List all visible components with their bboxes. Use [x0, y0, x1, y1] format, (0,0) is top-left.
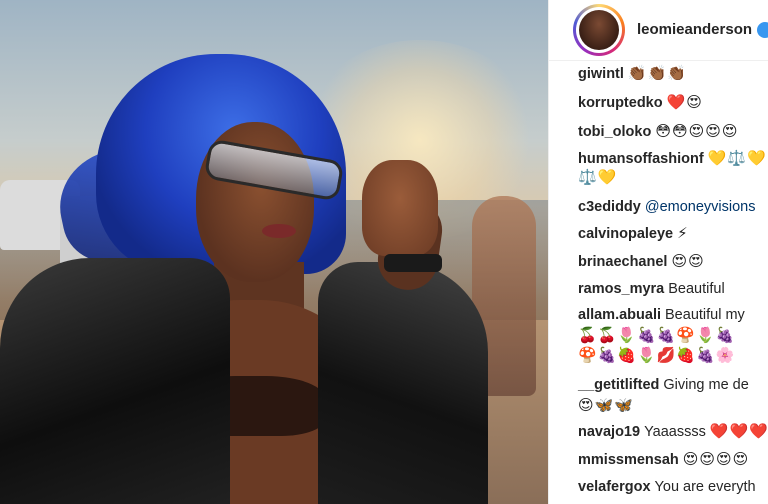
comment-emoji: 😍😍: [671, 252, 705, 270]
comment-emoji: ⚖️💛: [578, 168, 618, 186]
comment-text: Beautiful my: [665, 307, 745, 323]
comment-username[interactable]: mmissmensah: [578, 452, 679, 468]
comment-text: Giving me de: [663, 377, 749, 393]
comments-panel: leomieanderson giwintl 👏🏾👏🏾👏🏾 korruptedko…: [548, 0, 768, 504]
comment-row: velafergox You are everyth: [578, 478, 756, 496]
comment-row-continuation: 🍄🍇🍓🌷💋🍓🍇🌸: [578, 346, 735, 365]
comment-text: Yaaassss: [644, 424, 706, 440]
comment-username[interactable]: tobi_oloko: [578, 124, 651, 140]
comment-row: ramos_myra Beautiful: [578, 280, 725, 298]
comment-row: brinaechanel 😍😍: [578, 252, 705, 271]
comment-row: giwintl 👏🏾👏🏾👏🏾: [578, 64, 687, 83]
comment-emoji: 🍄🍇🍓🌷💋🍓🍇🌸: [578, 346, 736, 364]
avatar[interactable]: [573, 4, 625, 56]
comment-row-continuation: 🍒🍒🌷🍇🍇🍄🌷🍇: [578, 326, 735, 345]
comment-row: mmissmensah 😍😍😍😍: [578, 450, 749, 469]
comment-emoji: ❤️😍: [666, 93, 703, 111]
comment-username[interactable]: korruptedko: [578, 95, 663, 111]
leather-jacket-right: [318, 262, 488, 504]
comment-username[interactable]: ramos_myra: [578, 281, 664, 297]
comment-row: allam.abuali Beautiful my: [578, 306, 745, 324]
leather-jacket-left: [0, 258, 230, 504]
comment-emoji: 😍🦋🦋: [578, 396, 634, 414]
comment-username[interactable]: navajo19: [578, 424, 640, 440]
post-photo[interactable]: [0, 0, 548, 504]
comment-emoji: 👏🏾👏🏾👏🏾: [627, 64, 687, 82]
comment-row-continuation: ⚖️💛: [578, 168, 617, 187]
comment-emoji: 😍😍😍😍: [682, 450, 750, 468]
comment-text: You are everyth: [654, 479, 756, 495]
comment-username[interactable]: allam.abuali: [578, 307, 661, 323]
comment-row-continuation: 😍🦋🦋: [578, 396, 634, 415]
comment-row: navajo19 Yaaassss ❤️❤️❤️: [578, 422, 768, 441]
comment-emoji: ❤️❤️❤️: [709, 422, 768, 440]
comment-mention-link[interactable]: @emoneyvisions: [645, 199, 756, 215]
wristwatch: [384, 254, 442, 272]
header-username[interactable]: leomieanderson: [637, 21, 752, 38]
comment-username[interactable]: brinaechanel: [578, 254, 667, 270]
comment-emoji: 💛⚖️💛: [707, 149, 767, 167]
verified-badge-icon: [757, 22, 768, 38]
lips: [262, 224, 296, 238]
comment-username[interactable]: velafergox: [578, 479, 651, 495]
comment-row: korruptedko ❤️😍: [578, 93, 703, 112]
comment-row: c3ediddy @emoneyvisions: [578, 198, 756, 216]
comment-username[interactable]: humansoffashionf: [578, 151, 704, 167]
raised-hand: [362, 160, 438, 256]
comment-username[interactable]: __getitlifted: [578, 377, 659, 393]
post-header: leomieanderson: [549, 0, 768, 61]
comment-username[interactable]: c3ediddy: [578, 199, 641, 215]
comment-list: giwintl 👏🏾👏🏾👏🏾 korruptedko ❤️😍 tobi_oloko 😳…: [549, 60, 768, 504]
comment-emoji: 🍒🍒🌷🍇🍇🍄🌷🍇: [578, 326, 736, 344]
comment-emoji: ⚡: [677, 224, 689, 242]
comment-emoji: 😳😳😍😍😍: [655, 122, 739, 140]
avatar-photo: [579, 10, 619, 50]
comment-row: calvinopaleye ⚡: [578, 224, 689, 243]
avatar-ring: [576, 7, 622, 53]
comment-text: Beautiful: [668, 281, 725, 297]
comment-row: humansoffashionf 💛⚖️💛: [578, 149, 767, 168]
comment-row: tobi_oloko 😳😳😍😍😍: [578, 122, 739, 141]
comment-username[interactable]: calvinopaleye: [578, 226, 673, 242]
comment-row: __getitlifted Giving me de: [578, 376, 749, 394]
comment-username[interactable]: giwintl: [578, 66, 624, 82]
